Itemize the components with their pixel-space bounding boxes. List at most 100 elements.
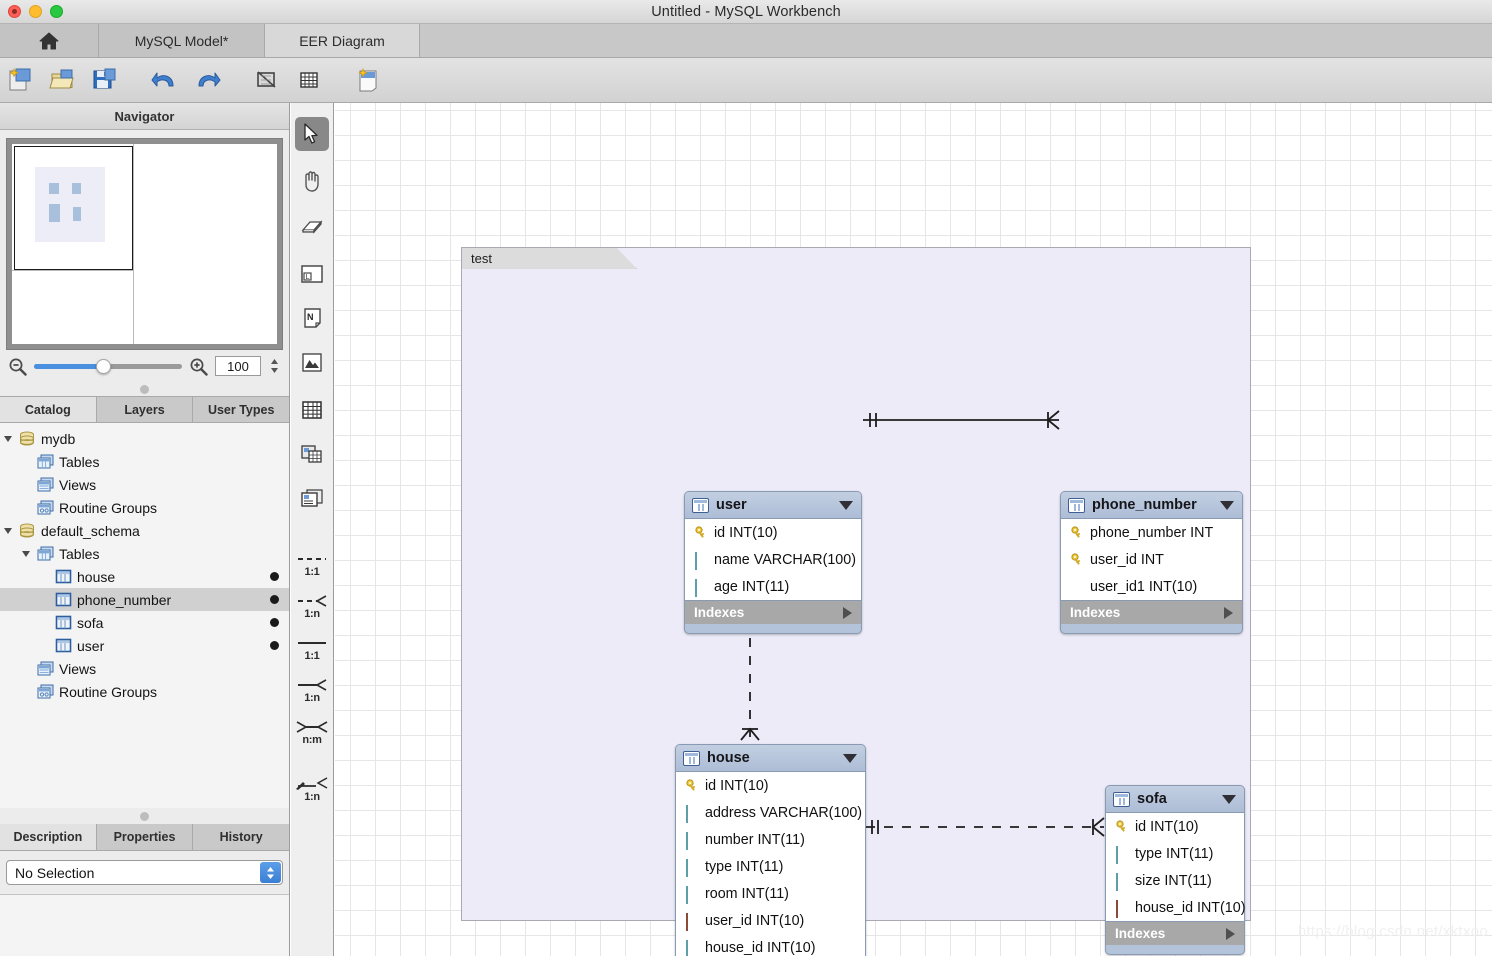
minimize-button[interactable] (29, 5, 42, 18)
er-table-header[interactable]: sofa (1106, 786, 1244, 812)
routine-group-tool[interactable] (295, 481, 329, 515)
rel-11-identifying[interactable]: 1:1 (292, 545, 332, 585)
tree-item-routine-groups[interactable]: Routine Groups (0, 496, 289, 519)
tab-properties[interactable]: Properties (97, 824, 194, 850)
rel-11-non-identifying[interactable]: 1:1 (292, 629, 332, 669)
layer-name-tab[interactable]: test (461, 247, 637, 269)
pointer-tool[interactable] (295, 117, 329, 151)
grid-align-button[interactable] (288, 59, 330, 101)
er-table-header[interactable]: phone_number (1061, 492, 1242, 518)
toggle-grid-button[interactable] (246, 59, 288, 101)
redo-button[interactable] (186, 59, 228, 101)
zoom-stepper[interactable] (268, 355, 281, 377)
navigator-viewport[interactable] (14, 146, 134, 270)
er-column[interactable]: user_id INT (1061, 546, 1242, 573)
diagram-layer[interactable]: test user id INT(10) name VARCHAR(100) a… (461, 247, 1251, 956)
er-column[interactable]: room INT(11) (676, 880, 865, 907)
er-column[interactable]: address VARCHAR(100) (676, 799, 865, 826)
note-tool[interactable]: N (295, 301, 329, 335)
er-column[interactable]: house_id INT(10) (1106, 894, 1245, 921)
er-column[interactable]: user_id INT(10) (676, 907, 865, 934)
tree-item-phone-number[interactable]: phone_number (0, 588, 289, 611)
chevron-down-icon[interactable] (0, 435, 16, 442)
image-tool[interactable] (295, 345, 329, 379)
tree-item-mydb[interactable]: mydb (0, 427, 289, 450)
save-model-button[interactable] (84, 59, 126, 101)
tree-item-routine-groups[interactable]: Routine Groups (0, 680, 289, 703)
er-column[interactable]: house_id INT(10) (676, 934, 865, 956)
er-column[interactable]: id INT(10) (1106, 813, 1244, 840)
er-column[interactable]: number INT(11) (676, 826, 865, 853)
tab-description[interactable]: Description (0, 824, 97, 850)
chevron-down-icon[interactable] (843, 753, 857, 763)
chevron-down-icon[interactable] (0, 527, 16, 534)
er-column[interactable]: type INT(11) (1106, 840, 1244, 867)
sidebar-splitter[interactable] (0, 808, 289, 824)
er-column[interactable]: type INT(11) (676, 853, 865, 880)
er-indexes-bar[interactable]: Indexes (685, 601, 861, 624)
chevron-down-icon[interactable] (1220, 500, 1234, 510)
rel-nm[interactable]: n:m (292, 713, 332, 753)
rel-1n-non-identifying[interactable]: 1:n (292, 671, 332, 711)
new-diagram-button[interactable] (348, 59, 390, 101)
tree-item-views[interactable]: Views (0, 657, 289, 680)
tab-catalog[interactable]: Catalog (0, 397, 97, 422)
er-column[interactable]: id INT(10) (685, 519, 861, 546)
catalog-tree[interactable]: mydb Tables Views Routine Groups default… (0, 423, 289, 808)
er-table-user[interactable]: user id INT(10) name VARCHAR(100) age INT(… (684, 491, 862, 634)
hand-tool[interactable] (295, 163, 329, 197)
tab-user-types[interactable]: User Types (193, 397, 289, 422)
tree-item-house[interactable]: house (0, 565, 289, 588)
er-table-header[interactable]: house (676, 745, 865, 771)
close-button[interactable] (8, 5, 21, 18)
er-column[interactable]: phone_number INT (1061, 519, 1242, 546)
er-table-house[interactable]: house id INT(10) address VARCHAR(100) numb… (675, 744, 866, 956)
new-model-button[interactable] (0, 59, 42, 101)
zoom-in-icon[interactable] (189, 357, 208, 376)
undo-button[interactable] (144, 59, 186, 101)
rel-1n-pick[interactable]: 1:n (292, 769, 332, 809)
zoom-button[interactable] (50, 5, 63, 18)
view-tool[interactable] (295, 437, 329, 471)
tree-item-tables[interactable]: Tables (0, 542, 289, 565)
eer-diagram-canvas[interactable]: test user id INT(10) name VARCHAR(100) a… (335, 103, 1492, 956)
tab-history[interactable]: History (193, 824, 289, 850)
zoom-slider[interactable] (34, 358, 182, 374)
chevron-down-icon[interactable] (839, 500, 853, 510)
chevron-down-icon[interactable] (18, 550, 34, 557)
column-icon (1115, 873, 1128, 891)
selection-dropdown[interactable]: No Selection (6, 860, 283, 885)
open-model-button[interactable] (42, 59, 84, 101)
tab-home[interactable] (0, 24, 99, 57)
tab-layers[interactable]: Layers (97, 397, 194, 422)
er-indexes-bar[interactable]: Indexes (1106, 922, 1244, 945)
er-column[interactable]: user_id1 INT(10) (1061, 573, 1242, 600)
er-table-phone_number[interactable]: phone_number phone_number INT user_id IN… (1060, 491, 1243, 634)
er-table-header[interactable]: user (685, 492, 861, 518)
er-column[interactable]: size INT(11) (1106, 867, 1244, 894)
chevron-right-icon[interactable] (1224, 606, 1233, 619)
table-tool[interactable] (295, 393, 329, 427)
tree-item-user[interactable]: user (0, 634, 289, 657)
tree-item-default-schema[interactable]: default_schema (0, 519, 289, 542)
tree-item-views[interactable]: Views (0, 473, 289, 496)
navigator-resize-handle[interactable] (0, 382, 289, 396)
chevron-right-icon[interactable] (1226, 927, 1235, 940)
er-column[interactable]: id INT(10) (676, 772, 865, 799)
eraser-tool[interactable] (295, 209, 329, 243)
tree-item-tables[interactable]: Tables (0, 450, 289, 473)
layer-tool[interactable]: L (295, 257, 329, 291)
er-table-sofa[interactable]: sofa id INT(10) type INT(11) size INT(11) h… (1105, 785, 1245, 955)
er-column[interactable]: age INT(11) (685, 573, 861, 600)
er-indexes-bar[interactable]: Indexes (1061, 601, 1242, 624)
chevron-down-icon[interactable] (1222, 794, 1236, 804)
rel-1n-identifying[interactable]: 1:n (292, 587, 332, 627)
tab-mysql-model[interactable]: MySQL Model* (99, 24, 265, 57)
zoom-input[interactable]: 100 (215, 356, 261, 376)
chevron-right-icon[interactable] (843, 606, 852, 619)
zoom-out-icon[interactable] (8, 357, 27, 376)
er-column[interactable]: name VARCHAR(100) (685, 546, 861, 573)
navigator-thumbnail[interactable] (6, 138, 283, 350)
tree-item-sofa[interactable]: sofa (0, 611, 289, 634)
tab-eer-diagram[interactable]: EER Diagram (265, 24, 420, 57)
